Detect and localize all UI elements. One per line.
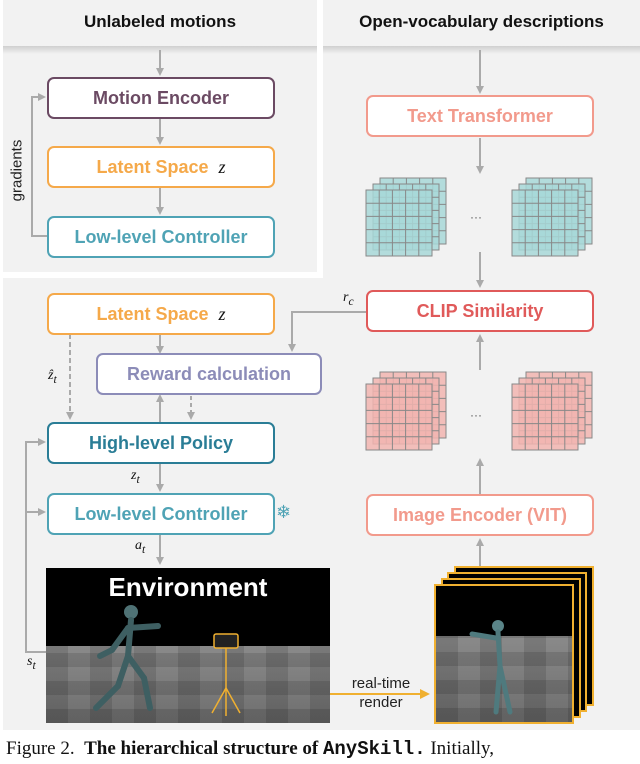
z-t-label: zt	[131, 468, 140, 486]
text-feature-grid	[511, 189, 579, 257]
humanoid-and-camera	[93, 605, 241, 716]
image-feature-grid	[365, 383, 433, 451]
camera-tripod	[211, 633, 241, 716]
environment-scene: Environment	[46, 568, 330, 723]
latent-space-label: Latent Space	[96, 156, 209, 177]
s-t-label: st	[27, 654, 36, 672]
gradients-feedback-arrow	[31, 93, 48, 237]
high-level-policy-box: High-level Policy	[47, 422, 275, 464]
high-level-policy-label: High-level Policy	[88, 432, 234, 453]
latent-symbol: z	[218, 156, 226, 177]
latent-space-box-bottom: Latent Space z	[47, 293, 275, 335]
clip-similarity-box: CLIP Similarity	[366, 290, 594, 332]
a-t-label: at	[135, 538, 146, 556]
r-c-label: rc	[343, 290, 354, 308]
caption-prefix: Figure 2.	[6, 738, 75, 759]
low-level-controller-box-bottom: Low-level Controller	[47, 493, 275, 535]
low-level-controller-label: Low-level Controller	[74, 503, 248, 524]
real-time-render-label: real-time render	[351, 675, 411, 711]
text-feature-ellipsis: ···	[470, 210, 482, 224]
caption-rest: Initially,	[430, 738, 495, 759]
render-frame-front	[434, 584, 574, 724]
figure-caption: Figure 2. The hierarchical structure of …	[6, 738, 494, 760]
caption-bold: The hierarchical structure of	[84, 738, 319, 759]
state-feedback-arrow	[25, 438, 46, 653]
rendered-humanoid	[469, 620, 513, 715]
rc-to-reward-arrow	[288, 311, 366, 352]
humanoid-figure	[93, 605, 161, 711]
low-level-controller-label: Low-level Controller	[74, 226, 248, 247]
rendered-frames-stack	[434, 566, 594, 726]
reward-calculation-box: Reward calculation	[96, 353, 322, 395]
text-feature-grid	[365, 189, 433, 257]
text-transformer-box: Text Transformer	[366, 95, 594, 137]
image-encoder-box: Image Encoder (VIT)	[366, 494, 594, 536]
caption-code: AnySkill.	[322, 738, 426, 760]
low-level-controller-box-top: Low-level Controller	[47, 216, 275, 258]
snowflake-icon: ❄	[276, 502, 292, 522]
motion-encoder-label: Motion Encoder	[93, 87, 229, 108]
z-hat-t-label: ẑt	[48, 368, 57, 386]
motion-encoder-box: Motion Encoder	[47, 77, 275, 119]
latent-space-box-top: Latent Space z	[47, 146, 275, 188]
text-transformer-label: Text Transformer	[407, 105, 553, 126]
image-encoder-label: Image Encoder (VIT)	[392, 504, 568, 525]
reward-calculation-label: Reward calculation	[126, 363, 292, 384]
latent-space-label: Latent Space	[96, 303, 209, 324]
clip-similarity-label: CLIP Similarity	[416, 300, 544, 321]
gradients-label: gradients	[8, 139, 26, 202]
latent-symbol: z	[218, 303, 226, 324]
image-feature-grid	[511, 383, 579, 451]
image-feature-ellipsis: ···	[470, 408, 482, 422]
